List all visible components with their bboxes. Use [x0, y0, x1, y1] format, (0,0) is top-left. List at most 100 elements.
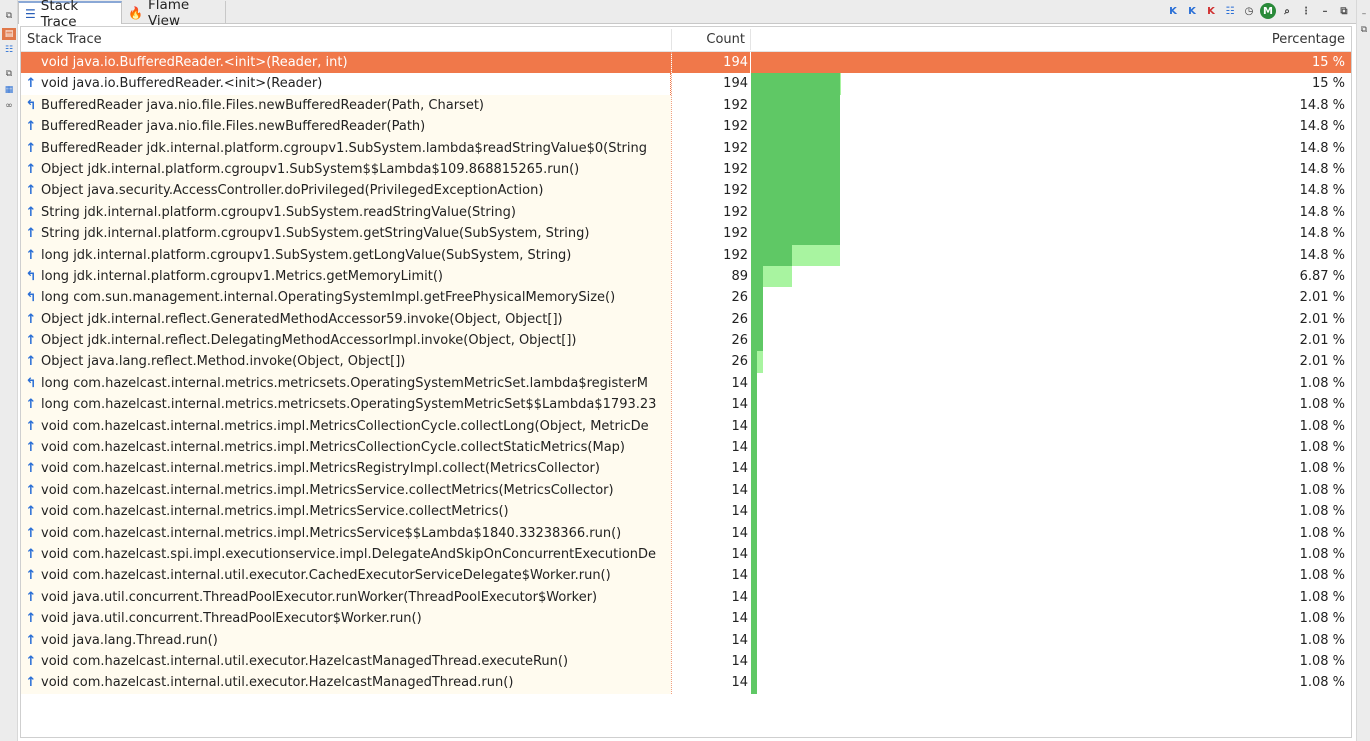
- flame-icon: 🔥: [128, 5, 143, 20]
- table-row[interactable]: ↑ Object java.lang.reflect.Method.invoke(…: [21, 351, 1351, 373]
- column-separator[interactable]: [750, 29, 751, 50]
- more-options-icon[interactable]: ⋮: [1298, 3, 1314, 19]
- table-row[interactable]: ↰ long jdk.internal.platform.cgroupv1.Met…: [21, 265, 1351, 288]
- column-header-count[interactable]: Count: [672, 27, 745, 52]
- percentage-bar-self: [751, 586, 758, 609]
- stack-frame-name[interactable]: ↑ void com.hazelcast.internal.util.execut…: [21, 650, 671, 673]
- table-row[interactable]: ↑ void com.hazelcast.internal.metrics.imp…: [21, 522, 1351, 544]
- stack-frame-name[interactable]: ↑ String jdk.internal.platform.cgroupv1.S…: [21, 201, 671, 224]
- stack-frame-name[interactable]: ↰ long jdk.internal.platform.cgroupv1.Met…: [21, 265, 671, 288]
- table-row[interactable]: ↑ void java.lang.Thread.run() 14 1.08 %: [21, 629, 1351, 651]
- table-row[interactable]: ↑ BufferedReader jdk.internal.platform.cg…: [21, 137, 1351, 159]
- expand-callees-icon[interactable]: K: [1184, 3, 1200, 19]
- table-row[interactable]: ↑ Object jdk.internal.reflect.GeneratedMe…: [21, 308, 1351, 331]
- restore-icon-2[interactable]: ⧉: [2, 68, 16, 80]
- table-row[interactable]: ↑ void com.hazelcast.internal.util.execut…: [21, 565, 1351, 587]
- table-row[interactable]: ↑ String jdk.internal.platform.cgroupv1.S…: [21, 201, 1351, 224]
- glasses-icon[interactable]: ∞: [2, 100, 16, 112]
- clock-icon[interactable]: ◷: [1241, 3, 1257, 19]
- table-row[interactable]: ↑ void java.io.BufferedReader.<init>(Read…: [21, 73, 1351, 95]
- stack-frame-name[interactable]: ↑ void com.hazelcast.spi.impl.executionse…: [21, 543, 671, 566]
- stack-frame-name[interactable]: ↑ void com.hazelcast.internal.util.execut…: [21, 672, 671, 694]
- stack-frame-name[interactable]: ↑ void java.io.BufferedReader.<init>(Read…: [21, 73, 671, 95]
- percentage-text: 14.8 %: [1299, 247, 1345, 263]
- table-row[interactable]: ↑ void com.hazelcast.internal.util.execut…: [21, 672, 1351, 694]
- count-cell: 192: [672, 137, 750, 159]
- stack-frame-name[interactable]: ↑ BufferedReader java.nio.file.Files.newB…: [21, 116, 671, 138]
- table-row[interactable]: ↑ void java.util.concurrent.ThreadPoolExe…: [21, 586, 1351, 609]
- table-row[interactable]: ↑ void java.util.concurrent.ThreadPoolExe…: [21, 608, 1351, 630]
- frame-text: long jdk.internal.platform.cgroupv1.Metr…: [41, 268, 444, 284]
- frame-text: void com.hazelcast.internal.metrics.impl…: [41, 525, 622, 541]
- column-header-stack-trace[interactable]: Stack Trace: [27, 27, 102, 52]
- stack-frame-name[interactable]: ↑ void com.hazelcast.internal.metrics.imp…: [21, 437, 671, 459]
- restore-icon[interactable]: ⧉: [2, 10, 16, 22]
- stack-frame-name[interactable]: ↑ Object jdk.internal.reflect.DelegatingM…: [21, 330, 671, 352]
- stack-frame-name[interactable]: ↑ void com.hazelcast.internal.metrics.imp…: [21, 458, 671, 480]
- minimize-icon[interactable]: –: [1358, 8, 1370, 20]
- tab-flame-view[interactable]: 🔥 Flame View: [122, 0, 226, 29]
- stack-frame-name[interactable]: ↑ BufferedReader jdk.internal.platform.cg…: [21, 137, 671, 159]
- table-row[interactable]: ↑ long com.hazelcast.internal.metrics.met…: [21, 394, 1351, 416]
- tree-icon[interactable]: ☷: [2, 44, 16, 56]
- list-icon: ☰: [25, 6, 36, 21]
- stack-frame-name[interactable]: ↑ Object jdk.internal.reflect.GeneratedMe…: [21, 308, 671, 331]
- stack-frame-name[interactable]: ↑ void com.hazelcast.internal.metrics.imp…: [21, 479, 671, 502]
- table-row[interactable]: ↰ long com.sun.management.internal.Operat…: [21, 287, 1351, 309]
- percentage-bar-self: [751, 629, 758, 651]
- percentage-text: 2.01 %: [1299, 311, 1345, 327]
- stack-frame-name[interactable]: void java.io.BufferedReader.<init>(Reade…: [21, 52, 671, 74]
- table-row[interactable]: ↑ BufferedReader java.nio.file.Files.newB…: [21, 116, 1351, 138]
- table-row[interactable]: ↑ long jdk.internal.platform.cgroupv1.Sub…: [21, 244, 1351, 266]
- stack-frame-name[interactable]: ↑ Object jdk.internal.platform.cgroupv1.S…: [21, 158, 671, 181]
- flame-view-icon[interactable]: ▤: [2, 28, 16, 40]
- expand-hot-spots-icon[interactable]: K: [1165, 3, 1181, 19]
- table-row[interactable]: ↑ Object jdk.internal.platform.cgroupv1.S…: [21, 158, 1351, 181]
- percentage-text: 1.08 %: [1299, 461, 1345, 477]
- stack-frame-name[interactable]: ↑ Object java.security.AccessController.d…: [21, 180, 671, 202]
- table-row[interactable]: ↑ void com.hazelcast.internal.util.execut…: [21, 650, 1351, 673]
- collapse-icon[interactable]: K: [1203, 3, 1219, 19]
- tree-view-icon[interactable]: ☷: [1222, 3, 1238, 19]
- table-row[interactable]: ↑ void com.hazelcast.internal.metrics.imp…: [21, 479, 1351, 502]
- search-icon[interactable]: ⌕: [1279, 3, 1295, 19]
- table-row[interactable]: ↑ Object jdk.internal.reflect.DelegatingM…: [21, 330, 1351, 352]
- stack-frame-name[interactable]: ↑ void com.hazelcast.internal.metrics.imp…: [21, 415, 671, 438]
- percentage-cell: 14.8 %: [751, 137, 1351, 159]
- table-row[interactable]: ↑ void com.hazelcast.internal.metrics.imp…: [21, 458, 1351, 480]
- maximize-view-icon[interactable]: ⧉: [1336, 3, 1352, 19]
- up-arrow-icon: ↑: [25, 568, 37, 584]
- table-row[interactable]: void java.io.BufferedReader.<init>(Reade…: [21, 52, 1351, 74]
- table-row[interactable]: ↑ String jdk.internal.platform.cgroupv1.S…: [21, 223, 1351, 245]
- up-arrow-icon: ↑: [25, 482, 37, 498]
- stack-frame-name[interactable]: ↰ BufferedReader java.nio.file.Files.newB…: [21, 94, 671, 117]
- stack-frame-name[interactable]: ↑ void java.util.concurrent.ThreadPoolExe…: [21, 586, 671, 609]
- table-row[interactable]: ↑ void com.hazelcast.spi.impl.executionse…: [21, 543, 1351, 566]
- table-row[interactable]: ↰ BufferedReader java.nio.file.Files.newB…: [21, 94, 1351, 117]
- stack-frame-name[interactable]: ↰ long com.hazelcast.internal.metrics.met…: [21, 372, 671, 395]
- percentage-cell: 2.01 %: [751, 330, 1351, 352]
- stack-frame-name[interactable]: ↑ void com.hazelcast.internal.util.execut…: [21, 565, 671, 587]
- column-header-percentage[interactable]: Percentage: [1272, 27, 1345, 52]
- table-icon[interactable]: ▦: [2, 84, 16, 96]
- table-row[interactable]: ↑ Object java.security.AccessController.d…: [21, 180, 1351, 202]
- tab-stack-trace[interactable]: ☰ Stack Trace: [18, 0, 122, 30]
- stack-frame-name[interactable]: ↑ void java.lang.Thread.run(): [21, 629, 671, 651]
- table-row[interactable]: ↑ void com.hazelcast.internal.metrics.imp…: [21, 415, 1351, 438]
- minimize-view-icon[interactable]: –: [1317, 3, 1333, 19]
- stack-frame-name[interactable]: ↑ void com.hazelcast.internal.metrics.imp…: [21, 501, 671, 523]
- table-row[interactable]: ↰ long com.hazelcast.internal.metrics.met…: [21, 372, 1351, 395]
- stack-frame-name[interactable]: ↑ String jdk.internal.platform.cgroupv1.S…: [21, 223, 671, 245]
- restore-icon-right[interactable]: ⧉: [1358, 24, 1370, 36]
- stack-frame-name[interactable]: ↑ Object java.lang.reflect.Method.invoke(…: [21, 351, 671, 373]
- method-icon[interactable]: M: [1260, 3, 1276, 19]
- table-row[interactable]: ↑ void com.hazelcast.internal.metrics.imp…: [21, 437, 1351, 459]
- stack-frame-name[interactable]: ↑ void com.hazelcast.internal.metrics.imp…: [21, 522, 671, 544]
- table-row[interactable]: ↑ void com.hazelcast.internal.metrics.imp…: [21, 501, 1351, 523]
- stack-frame-name[interactable]: ↑ long com.hazelcast.internal.metrics.met…: [21, 394, 671, 416]
- up-arrow-icon: ↑: [25, 397, 37, 413]
- percentage-bar-self: [751, 672, 758, 694]
- stack-frame-name[interactable]: ↰ long com.sun.management.internal.Operat…: [21, 287, 671, 309]
- stack-frame-name[interactable]: ↑ void java.util.concurrent.ThreadPoolExe…: [21, 608, 671, 630]
- stack-frame-name[interactable]: ↑ long jdk.internal.platform.cgroupv1.Sub…: [21, 244, 671, 266]
